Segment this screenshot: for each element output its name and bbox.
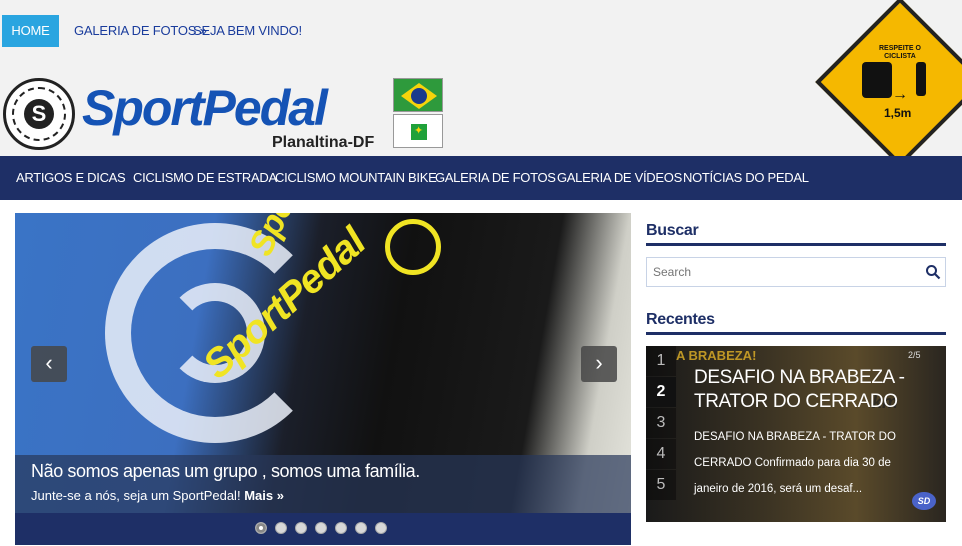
site-logo[interactable]: SportPedal	[82, 80, 328, 136]
slider-dot-7[interactable]	[375, 522, 387, 534]
search-icon[interactable]	[925, 264, 941, 280]
nav-galeria-de-videos[interactable]: GALERIA DE VÍDEOS	[557, 156, 682, 200]
recent-nav-2[interactable]: 2	[646, 377, 676, 407]
slide-caption-text: Junte-se a nós, seja um SportPedal! Mais…	[31, 488, 284, 503]
recent-nav-4[interactable]: 4	[646, 439, 676, 469]
site-header: S SportPedal Planaltina-DF	[0, 62, 962, 156]
recent-posts-slider[interactable]: A BRABEZA! km 1 2 3 4 5 2/5 DESAFIO NA B…	[646, 346, 946, 522]
nav-seja-bem-vindo[interactable]: SEJA BEM VINDO!	[193, 15, 302, 47]
slider-next-button[interactable]: ›	[581, 346, 617, 382]
recent-post-title[interactable]: DESAFIO NA BRABEZA - TRATOR DO CERRADO	[694, 366, 934, 414]
slider-dot-1[interactable]	[255, 522, 267, 534]
car-icon	[862, 62, 892, 98]
main-navigation: ARTIGOS E DICAS CICLISMO DE ESTRADA CICL…	[0, 156, 962, 200]
featured-slider[interactable]: SportPedal SportPedal ‹ › Não somos apen…	[15, 213, 631, 513]
slide-more-link[interactable]: Mais »	[244, 488, 284, 503]
brazil-flag-icon	[393, 78, 443, 112]
recent-nav-3[interactable]: 3	[646, 408, 676, 438]
search-widget-title: Buscar	[646, 222, 699, 239]
nav-ciclismo-de-estrada[interactable]: CICLISMO DE ESTRADA	[133, 156, 277, 200]
recent-counter: 2/5	[908, 350, 921, 360]
slider-prev-button[interactable]: ‹	[31, 346, 67, 382]
chevron-right-icon: ›	[595, 350, 603, 375]
arrow-right-icon: →	[892, 86, 908, 103]
slider-dot-3[interactable]	[295, 522, 307, 534]
emblem-core: S	[24, 99, 54, 129]
nav-galeria-de-fotos-main[interactable]: GALERIA DE FOTOS	[435, 156, 556, 200]
sign-text: RESPEITE O CICLISTA	[878, 45, 921, 60]
search-box	[646, 257, 946, 287]
slide-caption: Não somos apenas um grupo , somos uma fa…	[15, 455, 631, 513]
slide-caption-title[interactable]: Não somos apenas um grupo , somos uma fa…	[31, 461, 420, 482]
club-emblem-logo[interactable]: S	[3, 78, 75, 150]
nav-artigos-e-dicas[interactable]: ARTIGOS E DICAS	[16, 156, 126, 200]
slider-pagination	[15, 513, 631, 545]
cyclist-icon	[916, 62, 926, 96]
sign-distance: 1,5m	[884, 106, 912, 120]
search-widget-rule	[646, 243, 946, 246]
recent-widget-title: Recentes	[646, 311, 715, 328]
nav-home[interactable]: HOME	[2, 15, 59, 47]
slider-dot-4[interactable]	[315, 522, 327, 534]
site-location: Planaltina-DF	[272, 134, 375, 151]
slider-dot-6[interactable]	[355, 522, 367, 534]
slide-caption-body: Junte-se a nós, seja um SportPedal!	[31, 488, 241, 503]
distrito-federal-flag-icon	[393, 114, 443, 148]
nav-noticias-do-pedal[interactable]: NOTÍCIAS DO PEDAL	[683, 156, 809, 200]
slider-dot-2[interactable]	[275, 522, 287, 534]
search-input[interactable]	[647, 258, 917, 286]
recent-widget-rule	[646, 332, 946, 335]
chevron-left-icon: ‹	[45, 350, 53, 375]
recent-nav-5[interactable]: 5	[646, 470, 676, 500]
recent-post-banner: A BRABEZA!	[676, 348, 757, 363]
top-navigation: HOME GALERIA DE FOTOS » SEJA BEM VINDO!	[0, 0, 962, 62]
nav-galeria-de-fotos[interactable]: GALERIA DE FOTOS »	[74, 15, 207, 47]
recent-post-excerpt: DESAFIO NA BRABEZA - TRATOR DO CERRADO C…	[694, 431, 896, 495]
slider-dot-5[interactable]	[335, 522, 347, 534]
jersey-badge	[385, 219, 441, 275]
nav-ciclismo-mountain-bike[interactable]: CICLISMO MOUNTAIN BIKE	[275, 156, 437, 200]
sd-logo-icon: SD	[912, 492, 936, 510]
recent-nav-1[interactable]: 1	[646, 346, 676, 376]
